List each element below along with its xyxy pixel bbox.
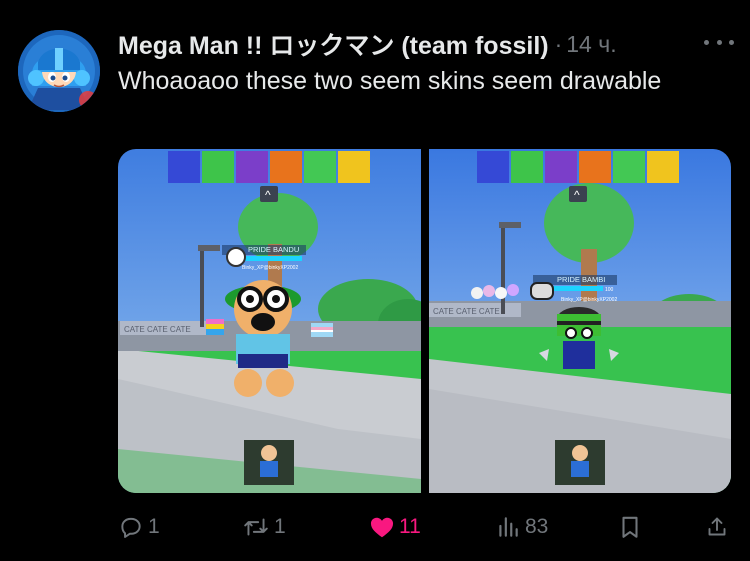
repost-count: 1 <box>274 515 286 538</box>
reply-icon <box>121 517 141 538</box>
more-dot-icon <box>704 39 709 45</box>
share-icon <box>708 517 726 536</box>
subtag-left: Binky_XP@binkyXP2002 <box>242 265 298 271</box>
share-button[interactable] <box>705 510 729 544</box>
tweet-header: Mega Man !! ロックマン (team fossil) · 14 ч. <box>118 26 730 62</box>
views-chart-icon <box>499 517 518 537</box>
sign-text: CATE CATE CATE <box>124 325 191 334</box>
media-image-right[interactable]: CATE CATE CATE PRIDE BAMBI 100 Binky_XP@… <box>429 149 731 493</box>
sign-text-right: CATE CATE CATE <box>433 307 500 316</box>
views-count: 83 <box>525 515 549 538</box>
game-screenshot-left: CATE CATE CATE PRIDE BANDU Binky_XP@bink… <box>118 149 421 493</box>
bookmark-icon <box>622 516 638 538</box>
tweet-text: Whoaoaoo these two seem skins seem drawa… <box>118 67 662 95</box>
heart-filled-icon <box>370 517 394 538</box>
mega-man-avatar-image <box>18 30 100 112</box>
tweet-timestamp[interactable]: 14 ч. <box>566 31 616 58</box>
like-button[interactable]: 11 <box>369 510 421 544</box>
separator-dot: · <box>554 30 563 57</box>
views-button[interactable]: 83 <box>495 510 548 544</box>
more-dot-icon <box>729 39 734 45</box>
author-display-name[interactable]: Mega Man !! ロックマン (team fossil) <box>118 26 549 62</box>
subtag-right: Binky_XP@binkyXP2002 <box>561 297 617 303</box>
media-image-left[interactable]: CATE CATE CATE PRIDE BANDU Binky_XP@bink… <box>118 149 421 493</box>
tweet-action-bar: 1 1 11 83 <box>118 510 734 544</box>
reply-button[interactable]: 1 <box>118 510 160 544</box>
repost-icon <box>244 518 268 536</box>
more-options-button[interactable] <box>704 30 734 54</box>
nameplate-left: PRIDE BANDU <box>248 245 299 254</box>
tweet-media[interactable]: CATE CATE CATE PRIDE BANDU Binky_XP@bink… <box>118 149 731 493</box>
bookmark-button[interactable] <box>618 510 642 544</box>
prompt-right: ^ <box>574 188 580 202</box>
prompt-left: ^ <box>265 188 271 202</box>
level-right: 100 <box>605 287 614 293</box>
repost-button[interactable]: 1 <box>242 510 286 544</box>
game-screenshot-right: CATE CATE CATE PRIDE BAMBI 100 Binky_XP@… <box>429 149 731 493</box>
nameplate-right: PRIDE BAMBI <box>557 275 605 284</box>
reply-count: 1 <box>148 515 160 538</box>
author-avatar[interactable] <box>18 30 100 112</box>
more-dot-icon <box>716 39 722 45</box>
like-count: 11 <box>399 515 421 538</box>
